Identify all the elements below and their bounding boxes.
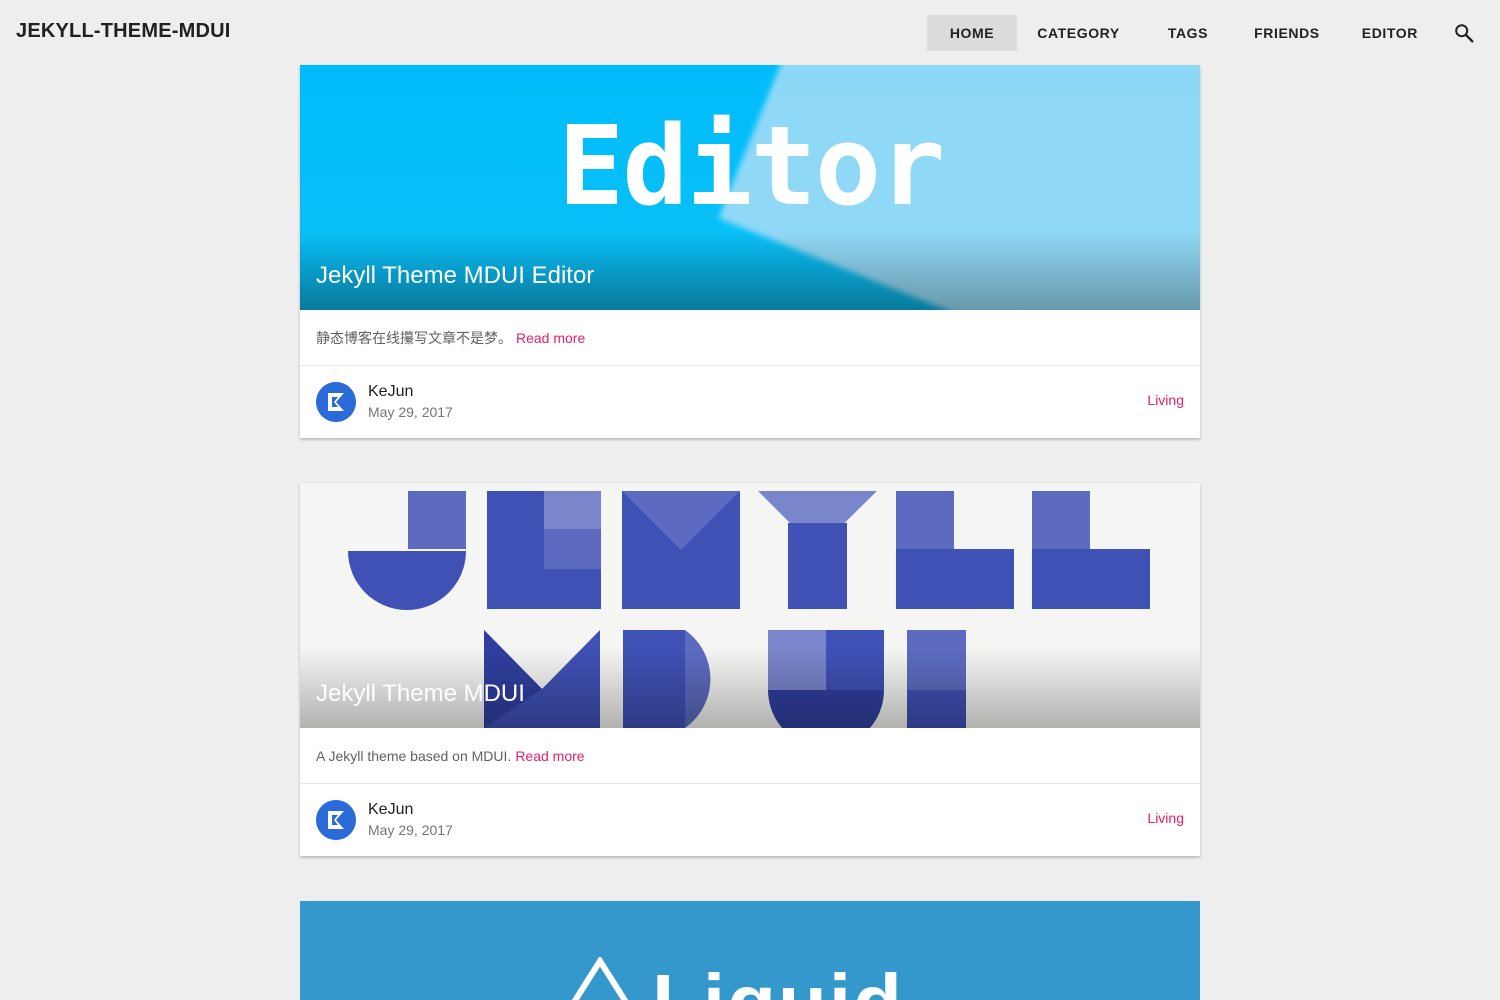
post-date: May 29, 2017	[368, 822, 453, 838]
liquid-logo-icon	[571, 957, 629, 1000]
cover-banner-text: Editor	[558, 102, 945, 230]
post-excerpt: A Jekyll theme based on MDUI. Read more	[300, 728, 1200, 784]
main-nav: HOME CATEGORY TAGS FRIENDS EDITOR	[926, 15, 1500, 51]
post-card: Editor Jekyll Theme MDUI Editor 静态博客在线攥写…	[300, 65, 1200, 438]
tab-friends[interactable]: FRIENDS	[1232, 15, 1342, 51]
tab-home[interactable]: HOME	[926, 15, 1018, 51]
post-footer: KeJun May 29, 2017 Living	[300, 366, 1200, 438]
kejun-logo-icon	[316, 800, 356, 840]
post-excerpt: 静态博客在线攥写文章不是梦。 Read more	[300, 310, 1200, 366]
author-name[interactable]: KeJun	[368, 382, 453, 402]
excerpt-text: A Jekyll theme based on MDUI.	[316, 747, 512, 764]
author-name[interactable]: KeJun	[368, 800, 453, 820]
read-more-link[interactable]: Read more	[515, 748, 584, 764]
tab-category[interactable]: CATEGORY	[1017, 15, 1140, 51]
site-title[interactable]: JEKYLL-THEME-MDUI	[16, 20, 231, 43]
post-footer: KeJun May 29, 2017 Living	[300, 784, 1200, 856]
search-button[interactable]	[1452, 21, 1476, 45]
post-meta: KeJun May 29, 2017	[368, 382, 453, 422]
search-icon	[1455, 24, 1474, 43]
tab-tags[interactable]: TAGS	[1144, 15, 1232, 51]
post-title[interactable]: Jekyll Theme MDUI	[316, 680, 525, 708]
post-cover[interactable]: Liquid	[300, 901, 1200, 1000]
cover-banner-text: Liquid	[652, 963, 904, 1000]
category-link[interactable]: Living	[1147, 392, 1184, 408]
category-link[interactable]: Living	[1147, 810, 1184, 826]
avatar[interactable]	[316, 382, 356, 422]
tab-editor[interactable]: EDITOR	[1342, 15, 1438, 51]
app-bar: JEKYLL-THEME-MDUI HOME CATEGORY TAGS FRI…	[0, 0, 1500, 64]
post-cover[interactable]: Editor Jekyll Theme MDUI Editor	[300, 65, 1200, 310]
avatar[interactable]	[316, 800, 356, 840]
read-more-link[interactable]: Read more	[516, 330, 585, 346]
post-card: Jekyll Theme MDUI A Jekyll theme based o…	[300, 483, 1200, 856]
post-card: Liquid	[300, 901, 1200, 1000]
kejun-logo-icon	[316, 382, 356, 422]
post-cover[interactable]: Jekyll Theme MDUI	[300, 483, 1200, 728]
excerpt-text: 静态博客在线攥写文章不是梦。	[316, 329, 512, 346]
post-title[interactable]: Jekyll Theme MDUI Editor	[316, 262, 594, 290]
post-meta: KeJun May 29, 2017	[368, 800, 453, 840]
post-date: May 29, 2017	[368, 404, 453, 420]
